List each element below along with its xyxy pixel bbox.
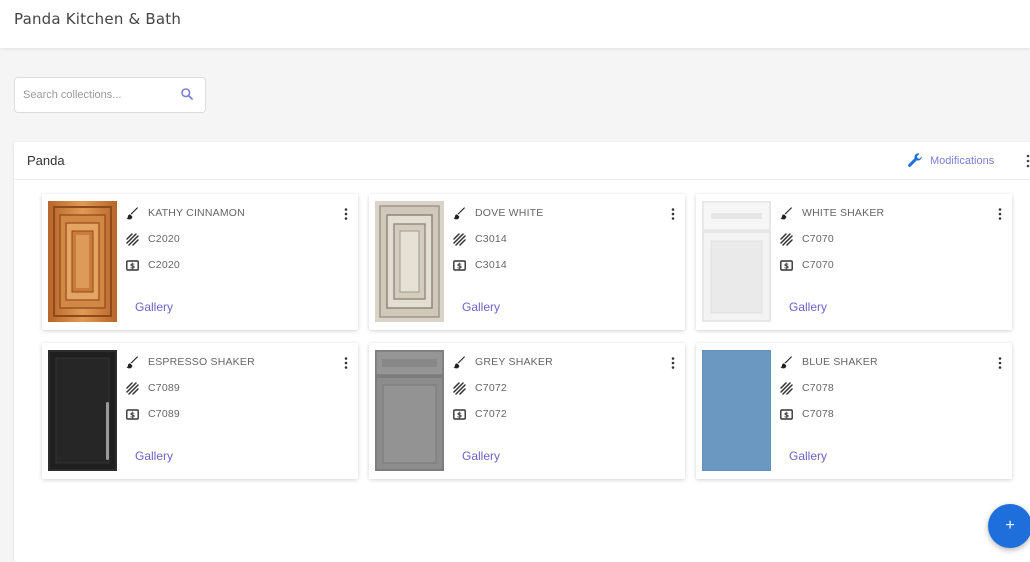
style-row: C3014	[453, 232, 507, 246]
paint-brush-icon	[453, 206, 465, 219]
collection-card: BLUE SHAKER C7078 $ C7078 Gallery	[696, 343, 1012, 479]
name-row: BLUE SHAKER	[780, 355, 878, 369]
collection-card: GREY SHAKER C7072 $ C7072 Gallery	[369, 343, 685, 479]
app-title: Panda Kitchen & Bath	[14, 10, 182, 28]
price-code: C7072	[475, 408, 507, 420]
search-box	[14, 77, 206, 113]
hatch-pattern-icon	[453, 232, 466, 246]
door-name: DOVE WHITE	[475, 207, 544, 219]
plus-icon: +	[1005, 517, 1015, 534]
door-name: WHITE SHAKER	[802, 207, 885, 219]
style-code: C7070	[802, 233, 834, 245]
door-thumbnail[interactable]	[375, 201, 444, 322]
hatch-pattern-icon	[126, 232, 139, 246]
gallery-link[interactable]: Gallery	[789, 300, 827, 314]
style-row: C7070	[780, 232, 834, 246]
name-row: GREY SHAKER	[453, 355, 553, 369]
price-row: $ C7072	[453, 407, 507, 421]
add-collection-button[interactable]: +	[988, 504, 1030, 548]
gallery-link[interactable]: Gallery	[462, 449, 500, 463]
paint-brush-icon	[453, 355, 465, 368]
price-row: $ C7078	[780, 407, 834, 421]
door-name: KATHY CINNAMON	[148, 207, 245, 219]
svg-text:$: $	[784, 261, 789, 270]
door-thumbnail[interactable]	[48, 201, 117, 322]
door-thumbnail[interactable]	[702, 201, 771, 322]
wrench-icon	[908, 153, 922, 167]
name-row: ESPRESSO SHAKER	[126, 355, 255, 369]
gallery-link[interactable]: Gallery	[135, 300, 173, 314]
more-vert-icon[interactable]	[343, 356, 349, 370]
price-code: C3014	[475, 259, 507, 271]
name-row: WHITE SHAKER	[780, 206, 884, 220]
gallery-link[interactable]: Gallery	[135, 449, 173, 463]
price-row: $ C7070	[780, 258, 834, 272]
style-row: C2020	[126, 232, 180, 246]
price-code: C7078	[802, 408, 834, 420]
style-code: C7078	[802, 382, 834, 394]
price-code: C7070	[802, 259, 834, 271]
dollar-icon: $	[780, 408, 793, 419]
paint-brush-icon	[780, 355, 792, 368]
search-icon[interactable]	[180, 87, 194, 101]
door-thumbnail[interactable]	[702, 350, 771, 471]
price-row: $ C3014	[453, 258, 507, 272]
collection-card: WHITE SHAKER C7070 $ C7070 Gallery	[696, 194, 1012, 330]
top-bar: Panda Kitchen & Bath	[0, 0, 1030, 48]
gallery-link[interactable]: Gallery	[789, 449, 827, 463]
gallery-link[interactable]: Gallery	[462, 300, 500, 314]
svg-text:$: $	[130, 261, 135, 270]
panel-title: Panda	[27, 153, 65, 168]
collection-card: DOVE WHITE C3014 $ C3014 Gallery	[369, 194, 685, 330]
price-code: C2020	[148, 259, 180, 271]
door-thumbnail[interactable]	[375, 350, 444, 471]
door-name: BLUE SHAKER	[802, 356, 878, 368]
dollar-icon: $	[453, 408, 466, 419]
dollar-icon: $	[126, 408, 139, 419]
collection-card: ESPRESSO SHAKER C7089 $ C7089 Gallery	[42, 343, 358, 479]
more-vert-icon[interactable]	[1025, 153, 1030, 169]
panel-header: Panda Modifications	[14, 142, 1030, 180]
door-name: GREY SHAKER	[475, 356, 553, 368]
more-vert-icon[interactable]	[997, 356, 1003, 370]
svg-text:$: $	[457, 261, 462, 270]
paint-brush-icon	[126, 206, 138, 219]
price-row: $ C2020	[126, 258, 180, 272]
name-row: KATHY CINNAMON	[126, 206, 245, 220]
style-code: C7089	[148, 382, 180, 394]
svg-text:$: $	[784, 410, 789, 419]
svg-text:$: $	[457, 410, 462, 419]
style-row: C7078	[780, 381, 834, 395]
more-vert-icon[interactable]	[670, 207, 676, 221]
search-input[interactable]	[15, 78, 175, 112]
dollar-icon: $	[126, 259, 139, 270]
price-code: C7089	[148, 408, 180, 420]
hatch-pattern-icon	[453, 381, 466, 395]
more-vert-icon[interactable]	[997, 207, 1003, 221]
hatch-pattern-icon	[780, 381, 793, 395]
collection-card: KATHY CINNAMON C2020 $ C2020 Gallery	[42, 194, 358, 330]
style-code: C2020	[148, 233, 180, 245]
door-name: ESPRESSO SHAKER	[148, 356, 255, 368]
hatch-pattern-icon	[780, 232, 793, 246]
style-row: C7089	[126, 381, 180, 395]
style-code: C3014	[475, 233, 507, 245]
style-code: C7072	[475, 382, 507, 394]
hatch-pattern-icon	[126, 381, 139, 395]
modifications-label: Modifications	[930, 154, 995, 167]
modifications-button[interactable]: Modifications	[907, 152, 994, 169]
more-vert-icon[interactable]	[343, 207, 349, 221]
style-row: C7072	[453, 381, 507, 395]
svg-text:$: $	[130, 410, 135, 419]
price-row: $ C7089	[126, 407, 180, 421]
paint-brush-icon	[780, 206, 792, 219]
dollar-icon: $	[780, 259, 793, 270]
more-vert-icon[interactable]	[670, 356, 676, 370]
door-thumbnail[interactable]	[48, 350, 117, 471]
name-row: DOVE WHITE	[453, 206, 544, 220]
paint-brush-icon	[126, 355, 138, 368]
dollar-icon: $	[453, 259, 466, 270]
